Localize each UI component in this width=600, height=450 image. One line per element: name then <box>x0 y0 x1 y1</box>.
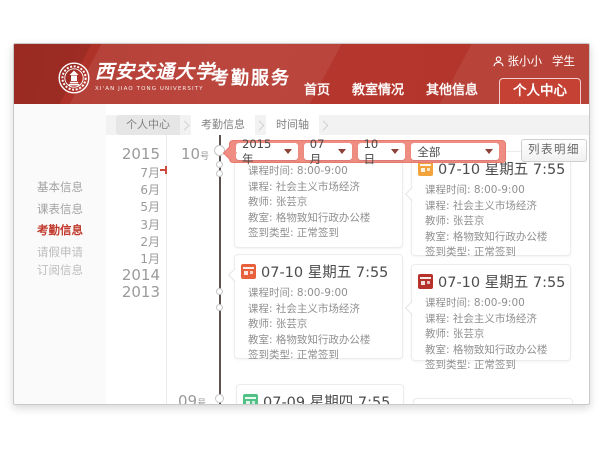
breadcrumb-attendance-info[interactable]: 考勤信息 <box>191 115 255 135</box>
user-menu[interactable]: 张小小 学生 <box>493 53 576 69</box>
nav-item-other-info[interactable]: 其他信息 <box>415 79 489 104</box>
month-select[interactable]: 07月 <box>304 143 352 160</box>
sidebar-item-schedule-info[interactable]: 课表信息 <box>14 201 106 217</box>
timeline-month[interactable]: 7月 <box>104 164 160 181</box>
university-name-cn: 西安交通大学 <box>95 57 215 84</box>
timeline-node <box>215 394 224 403</box>
caret-down-icon <box>338 149 346 154</box>
attendance-card[interactable]: 07-10 星期五 7:55 课程时间: 8:00-9:00 课程: 社会主义市… <box>411 264 571 361</box>
day-marker: 09号 <box>178 391 206 405</box>
card-title: 07-09 星期四 7:55 <box>263 391 390 405</box>
sidebar: 基本信息 课表信息 考勤信息 请假申请 订阅信息 <box>14 104 106 404</box>
banner-arrow <box>223 146 237 160</box>
timeline-node <box>216 161 223 168</box>
calendar-icon <box>418 161 433 176</box>
university-name-en: XI'AN JIAO TONG UNIVERSITY <box>95 86 215 92</box>
main-nav: 首页 教室情况 其他信息 个人中心 <box>293 78 581 104</box>
timeline-year[interactable]: 2014 <box>104 266 160 284</box>
attendance-card[interactable]: 07-09 星期四 7:55 <box>236 384 404 405</box>
year-select[interactable]: 2015年 <box>236 143 298 160</box>
attendance-card[interactable]: 课程时间: 8:00-9:00 课程: 社会主义市场经济 教师: 张芸京 教室:… <box>234 161 403 248</box>
nav-item-personal-center[interactable]: 个人中心 <box>499 78 581 104</box>
filter-banner: 2015年 07月 10日 全部 <box>229 140 506 163</box>
timeline-month[interactable]: 3月 <box>104 216 160 233</box>
person-icon <box>493 56 504 67</box>
sidebar-item-attendance-info[interactable]: 考勤信息 <box>14 222 106 238</box>
day-select[interactable]: 10日 <box>358 143 406 160</box>
chevron-right-icon <box>319 120 329 130</box>
nav-item-classrooms[interactable]: 教室情况 <box>341 79 415 104</box>
sidebar-item-subscription-info[interactable]: 订阅信息 <box>14 262 106 278</box>
timeline-month[interactable]: 1月 <box>104 250 160 267</box>
page-title: 考勤服务 <box>211 64 291 90</box>
vertical-divider <box>166 135 167 404</box>
app-window: 西安交通大学 XI'AN JIAO TONG UNIVERSITY 考勤服务 张… <box>13 43 590 405</box>
day-marker: 10号 <box>181 144 209 163</box>
attendance-card[interactable]: 07-10 星期五 7:55 课程时间: 8:00-9:00 课程: 社会主义市… <box>234 254 403 359</box>
sidebar-item-leave-request[interactable]: 请假申请 <box>14 244 106 260</box>
timeline-year[interactable]: 2015 <box>104 145 160 163</box>
current-month-marker <box>165 166 167 174</box>
caret-down-icon <box>284 149 292 154</box>
attendance-card[interactable]: 07-10 星期五 7:55 课程时间: 8:00-9:00 课程: 社会主义市… <box>411 151 571 256</box>
breadcrumb-timeline[interactable]: 时间轴 <box>266 115 319 135</box>
calendar-icon <box>418 274 433 289</box>
chevron-right-icon <box>180 120 190 130</box>
timeline-month[interactable]: 6月 <box>104 181 160 198</box>
caret-down-icon <box>485 149 493 154</box>
caret-down-icon <box>391 149 399 154</box>
timeline-year[interactable]: 2013 <box>104 283 160 301</box>
sidebar-item-basic-info[interactable]: 基本信息 <box>14 179 106 195</box>
timeline-node <box>216 288 223 295</box>
university-name: 西安交通大学 XI'AN JIAO TONG UNIVERSITY <box>95 57 215 92</box>
chevron-right-icon <box>255 120 265 130</box>
calendar-icon <box>241 264 256 279</box>
timeline-month[interactable]: 5月 <box>104 198 160 215</box>
nav-item-home[interactable]: 首页 <box>293 79 341 104</box>
calendar-icon <box>243 394 258 405</box>
university-logo <box>58 62 90 98</box>
user-role: 学生 <box>552 53 575 69</box>
timeline-node <box>216 304 223 311</box>
breadcrumb: 个人中心 考勤信息 时间轴 <box>106 115 589 135</box>
list-detail-button[interactable]: 列表明细 <box>521 139 587 162</box>
timeline-month[interactable]: 2月 <box>104 233 160 250</box>
breadcrumb-personal-center[interactable]: 个人中心 <box>116 115 180 135</box>
card-title: 07-10 星期五 7:55 <box>438 271 565 292</box>
attendance-card-clipped <box>413 398 573 405</box>
type-select[interactable]: 全部 <box>411 143 499 160</box>
app-header: 西安交通大学 XI'AN JIAO TONG UNIVERSITY 考勤服务 张… <box>14 44 589 104</box>
user-name: 张小小 <box>508 53 543 69</box>
card-title: 07-10 星期五 7:55 <box>261 261 388 282</box>
timeline-node <box>216 170 223 177</box>
